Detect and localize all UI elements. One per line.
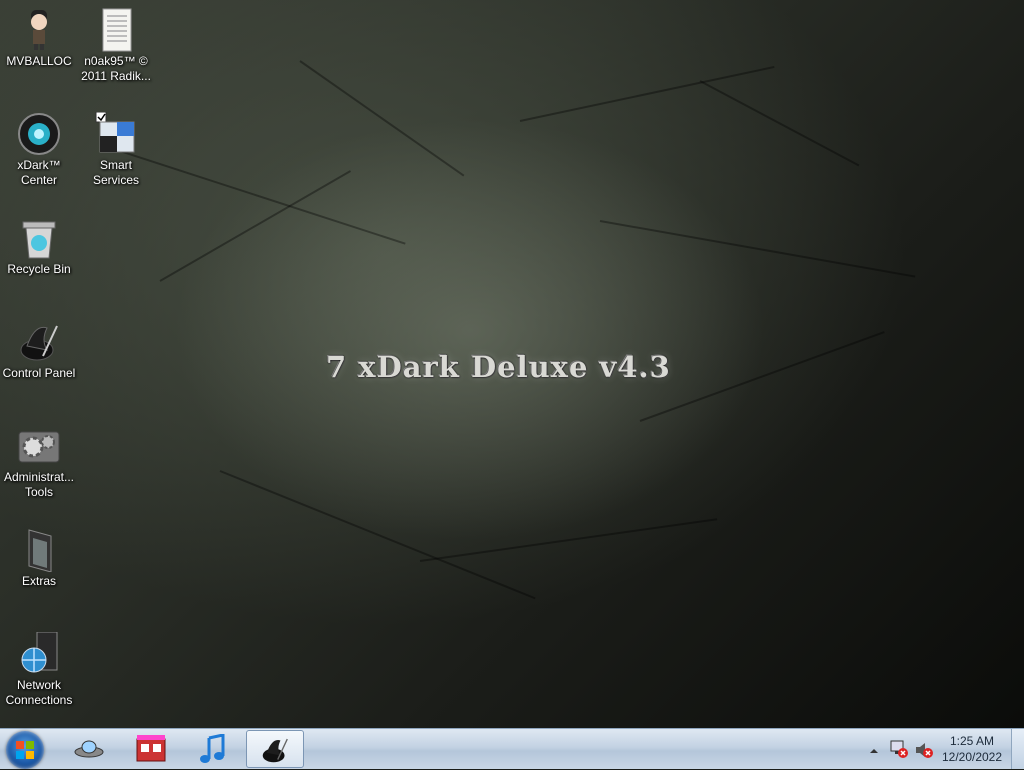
- desktop-icon-extras[interactable]: Extras: [1, 528, 77, 589]
- desktop-icon-label: Extras: [21, 574, 56, 588]
- show-desktop-button[interactable]: [1011, 729, 1024, 769]
- taskbar: 1:25 AM 12/20/2022: [0, 728, 1024, 769]
- start-button[interactable]: [6, 731, 44, 769]
- desktop-icon-label: Administrat... Tools: [3, 470, 75, 499]
- desktop-icon-n0ak95[interactable]: n0ak95™ © 2011 Radik...: [78, 8, 154, 84]
- taskbar-ufo-app-button[interactable]: [60, 730, 118, 768]
- film-store-icon: [136, 735, 166, 768]
- wallpaper-title: 7 xDark Deluxe v4.3: [326, 350, 671, 384]
- ufo-app-icon: [74, 736, 104, 767]
- system-clock[interactable]: 1:25 AM 12/20/2022: [926, 733, 1018, 765]
- smart-services-icon: [94, 111, 138, 156]
- xdark-center-icon: [17, 112, 61, 156]
- desktop-icon-admin-tools[interactable]: Administrat... Tools: [1, 424, 77, 500]
- recycle-bin-icon: [17, 216, 61, 260]
- desktop-icon-control-panel[interactable]: Control Panel: [1, 320, 77, 381]
- desktop-icon-network-connections[interactable]: Network Connections: [1, 631, 77, 708]
- network-status-icon[interactable]: [889, 740, 909, 758]
- desktop-icon-label: Recycle Bin: [7, 262, 71, 276]
- desktop-icon-label: xDark™ Center: [17, 158, 61, 187]
- desktop-wallpaper: 7 xDark Deluxe v4.3: [0, 0, 1024, 728]
- admin-tools-icon: [17, 424, 61, 468]
- desktop-icon-label: Smart Services: [92, 158, 139, 187]
- taskbar-music-button[interactable]: [184, 730, 242, 768]
- windows-logo-icon: [16, 741, 34, 759]
- control-panel-icon: [260, 735, 290, 770]
- desktop-icon-recycle-bin[interactable]: Recycle Bin: [1, 216, 77, 277]
- desktop-icon-label: n0ak95™ © 2011 Radik...: [81, 54, 151, 83]
- music-note-icon: [199, 733, 227, 769]
- desktop-icon-label: MVBALLOC: [6, 54, 72, 68]
- control-panel-icon: [17, 320, 61, 364]
- taskbar-film-store-button[interactable]: [122, 730, 180, 768]
- show-hidden-icons-chevron[interactable]: [869, 743, 879, 753]
- document-icon: [94, 8, 138, 52]
- network-icon: [17, 631, 61, 676]
- desktop-icon-mvballoc[interactable]: MVBALLOC: [1, 8, 77, 69]
- desktop-icon-label: Network Connections: [5, 678, 73, 707]
- desktop-icon-xdark-center[interactable]: xDark™ Center: [1, 112, 77, 188]
- clock-time: 1:25 AM: [949, 734, 995, 748]
- desktop-icon-label: Control Panel: [2, 366, 76, 380]
- folder-icon: [17, 528, 61, 573]
- taskbar-control-panel-button[interactable]: [246, 730, 304, 768]
- user-avatar-icon: [17, 8, 61, 52]
- clock-date: 12/20/2022: [941, 750, 1003, 764]
- desktop-icon-smart-services[interactable]: Smart Services: [78, 111, 154, 188]
